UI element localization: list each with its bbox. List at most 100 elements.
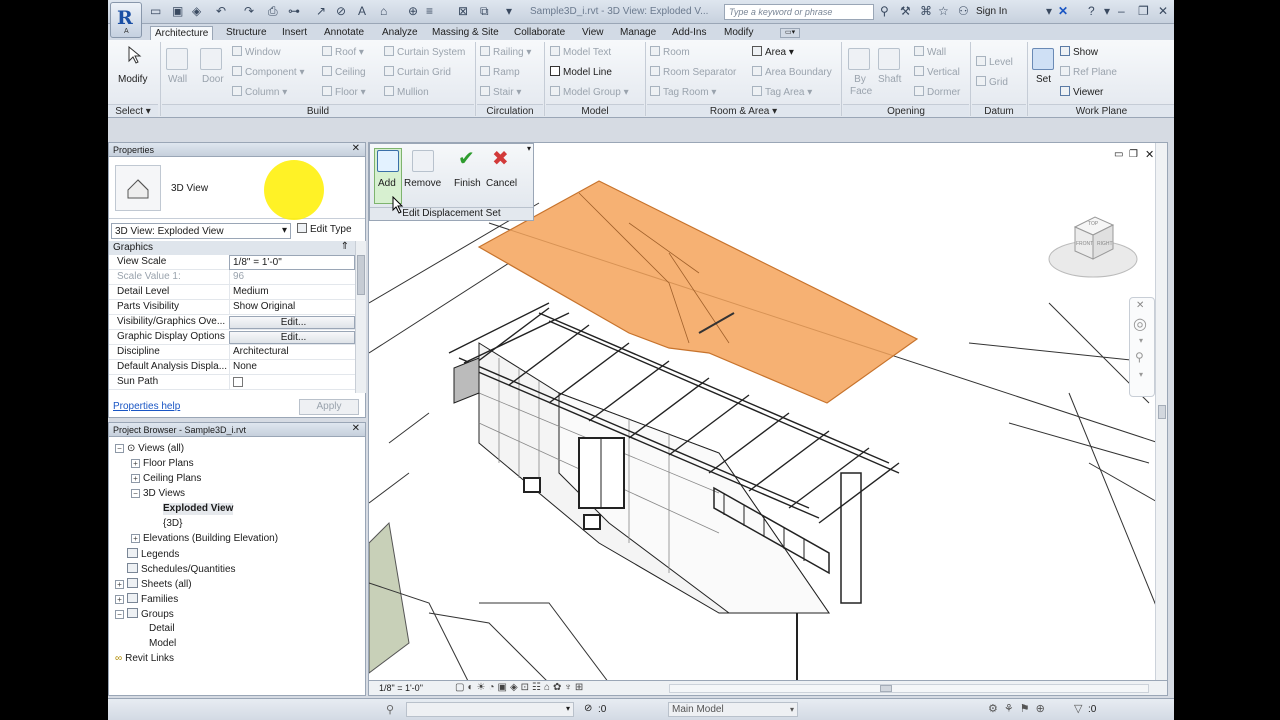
tab-annotate[interactable]: Annotate (320, 26, 368, 40)
tree-node-sheets[interactable]: + Sheets (all) (115, 578, 192, 591)
tab-analyze[interactable]: Analyze (378, 26, 422, 40)
dormer-button[interactable]: Dormer (914, 86, 960, 99)
tab-modify[interactable]: Modify (720, 26, 757, 40)
area-button[interactable]: Area ▾ (752, 46, 794, 59)
favorites-icon[interactable]: ☆ (938, 4, 949, 18)
communication-icon[interactable]: ⌘ (920, 4, 932, 18)
application-menu-button[interactable]: R A (110, 2, 142, 38)
tree-node-revit-links[interactable]: ∞ Revit Links (115, 653, 174, 665)
shaft-button[interactable]: Shaft (878, 74, 901, 86)
tag-icon[interactable]: ⊘ (336, 4, 346, 18)
viewcube-right[interactable]: RIGHT (1097, 241, 1113, 247)
room-button[interactable]: Room (650, 46, 690, 59)
sun-path-checkbox[interactable] (233, 377, 243, 387)
wall-opening-button[interactable]: Wall (914, 46, 946, 59)
detail-level-field[interactable]: Medium (229, 285, 355, 300)
horizontal-scrollbar[interactable] (669, 684, 1149, 693)
by-face-button[interactable]: By Face (850, 74, 872, 98)
expand-icon[interactable]: + (131, 474, 140, 483)
tree-node-elevations[interactable]: + Elevations (Building Elevation) (131, 533, 278, 545)
worksets-icon[interactable]: ⚲ (386, 703, 394, 716)
help-icon[interactable]: ? (1088, 4, 1095, 18)
section-icon[interactable]: ⊕ (408, 4, 418, 18)
open-icon[interactable]: ▭ (150, 4, 161, 18)
print-icon[interactable]: ⎙ (268, 4, 278, 18)
collapse-icon[interactable]: ⇑ (341, 241, 349, 253)
wheel-dropdown-icon[interactable]: ▾ (1139, 336, 1143, 345)
ribbon-minimize-toggle[interactable]: ▭▾ (780, 28, 801, 38)
viewcube-front[interactable]: FRONT (1076, 241, 1093, 247)
restore-icon[interactable]: ❐ (1138, 4, 1149, 18)
tab-architecture[interactable]: Architecture (150, 26, 214, 40)
tree-node-families[interactable]: + Families (115, 593, 178, 606)
instance-filter-dropdown[interactable]: 3D View: Exploded View ▾ (111, 223, 291, 239)
undo-icon[interactable]: ↶ (216, 4, 226, 18)
3d-view-icon[interactable]: ⌂ (380, 4, 387, 18)
thin-lines-icon[interactable]: ≡ (426, 4, 433, 18)
apply-button[interactable]: Apply (299, 399, 359, 415)
level-button[interactable]: Level (976, 56, 1013, 69)
tab-manage[interactable]: Manage (616, 26, 660, 40)
binoculars-icon[interactable]: ⚲ (880, 4, 889, 18)
cancel-button[interactable]: Cancel (486, 178, 517, 190)
tree-node-3d[interactable]: {3D} (163, 518, 182, 530)
grid-button[interactable]: Grid (976, 76, 1008, 89)
tab-structure[interactable]: Structure (222, 26, 271, 40)
room-area-panel-label[interactable]: Room & Area ▾ (647, 104, 840, 117)
stair-button[interactable]: Stair ▾ (480, 86, 521, 99)
redo-icon[interactable]: ↷ (244, 4, 254, 18)
view-control-icons[interactable]: ▢◐☀◔▣◈⊡☷⌂✿♆⊞ (455, 682, 586, 693)
tab-view[interactable]: View (578, 26, 608, 40)
filter-icon[interactable]: ▽ (1074, 702, 1082, 715)
tree-node-detail[interactable]: Detail (149, 623, 175, 635)
railing-button[interactable]: Railing ▾ (480, 46, 531, 59)
drawing-area[interactable]: Add Remove ✔ Finish ✖ Cancel Edit Displa… (368, 142, 1168, 682)
viewcube[interactable]: TOP FRONT RIGHT (1045, 215, 1141, 281)
room-separator-button[interactable]: Room Separator (650, 66, 736, 79)
tree-node-exploded-view[interactable]: Exploded View (163, 503, 234, 515)
graphic-display-edit-button[interactable]: Edit... (229, 331, 355, 344)
design-option-dropdown[interactable]: Main Model ▾ (668, 702, 798, 717)
parts-visibility-field[interactable]: Show Original (229, 300, 355, 315)
subscription-icon[interactable]: ⚒ (900, 4, 911, 18)
close-hidden-icon[interactable]: ⊠ (458, 4, 468, 18)
select-panel-label[interactable]: Select ▾ (108, 104, 158, 117)
vg-overrides-edit-button[interactable]: Edit... (229, 316, 355, 329)
measure-icon[interactable]: ⊶ (288, 4, 300, 18)
signin-dropdown-icon[interactable]: ▾ (1046, 4, 1052, 18)
set-button[interactable]: Set (1036, 74, 1051, 86)
expand-icon[interactable]: + (131, 534, 140, 543)
panel-options-icon[interactable]: ▾ (527, 144, 531, 153)
model-line-button[interactable]: Model Line (550, 66, 612, 79)
discipline-field[interactable]: Architectural (229, 345, 355, 360)
tab-collaborate[interactable]: Collaborate (510, 26, 569, 40)
qat-dropdown-icon[interactable]: ▾ (506, 4, 512, 18)
curtain-system-button[interactable]: Curtain System (384, 46, 465, 59)
displaced-roof-part[interactable] (477, 180, 919, 404)
expand-icon[interactable]: + (115, 595, 124, 604)
roof-button[interactable]: Roof ▾ (322, 46, 364, 59)
view-scale-field[interactable]: 1/8" = 1'-0" (229, 255, 355, 270)
door-button[interactable]: Door (202, 74, 224, 86)
switch-windows-icon[interactable]: ⧉ (480, 4, 489, 18)
view-close-icon[interactable]: ✕ (1145, 148, 1154, 161)
edit-type-button[interactable]: Edit Type (297, 223, 352, 237)
workset-dropdown[interactable]: ▾ (406, 702, 574, 717)
curtain-grid-button[interactable]: Curtain Grid (384, 66, 451, 79)
properties-close-icon[interactable]: ✕ (352, 144, 360, 154)
view-minimize-icon[interactable]: ▭ (1114, 149, 1123, 160)
analysis-display-field[interactable]: None (229, 360, 355, 375)
vertical-scrollbar[interactable] (1155, 143, 1167, 681)
column-button[interactable]: Column ▾ (232, 86, 287, 99)
collapse-icon[interactable]: − (131, 489, 140, 498)
view-restore-icon[interactable]: ❐ (1129, 149, 1138, 160)
ceiling-button[interactable]: Ceiling (322, 66, 366, 79)
show-workplane-button[interactable]: Show (1060, 46, 1098, 59)
zoom-icon[interactable]: ⚲ (1135, 350, 1144, 364)
zoom-dropdown-icon[interactable]: ▾ (1139, 370, 1143, 379)
expand-icon[interactable]: + (115, 580, 124, 589)
text-icon[interactable]: A (358, 4, 366, 18)
properties-help-link[interactable]: Properties help (113, 401, 180, 412)
browser-close-icon[interactable]: ✕ (352, 424, 360, 434)
tree-node-3d-views[interactable]: −3D Views (131, 488, 185, 500)
